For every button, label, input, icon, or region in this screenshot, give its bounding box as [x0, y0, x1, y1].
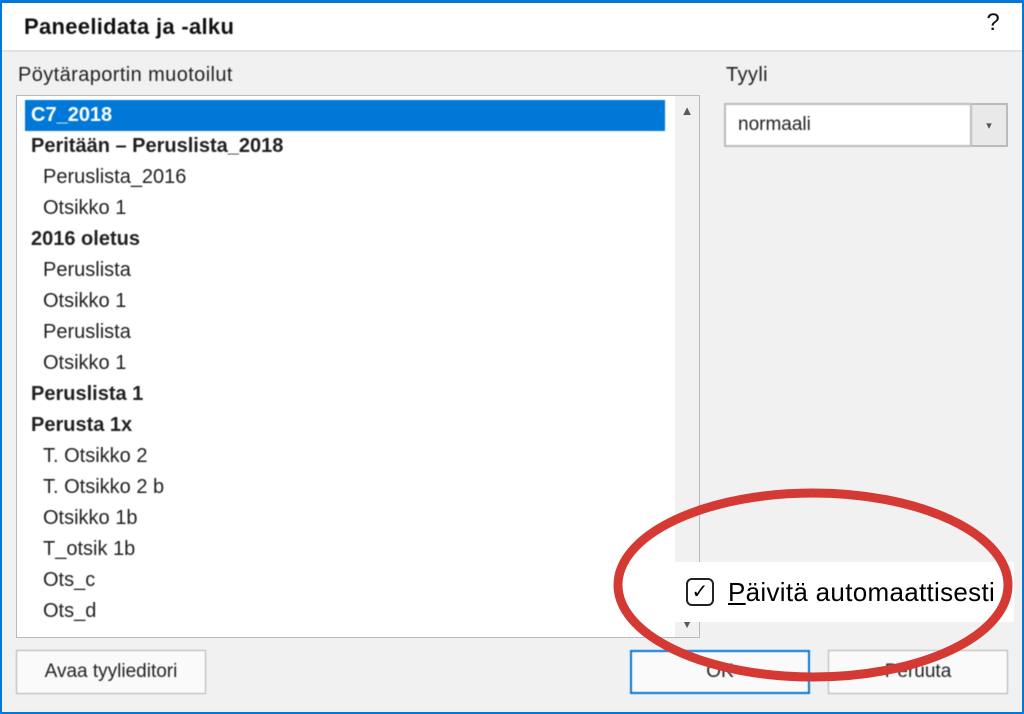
style-listbox[interactable]: C7_2018Peritään – Peruslista_2018Perusli… [16, 95, 700, 638]
list-item[interactable]: Perusta 1x [25, 410, 665, 441]
style-dropdown-value[interactable]: normaali [724, 103, 972, 147]
list-item[interactable]: Otsikko 1b [25, 503, 665, 534]
scroll-track[interactable] [675, 124, 699, 609]
checkmark-icon: ✓ [691, 582, 708, 602]
list-item[interactable]: T. Otsikko 2 b [25, 472, 665, 503]
open-style-editor-button[interactable]: Avaa tyylieditori [16, 650, 206, 694]
list-item[interactable]: 2016 oletus [25, 224, 665, 255]
list-item[interactable]: Otsikko 1 [25, 348, 665, 379]
list-item[interactable]: C7_2018 [25, 100, 665, 131]
list-item[interactable]: Otsikko 1 [25, 286, 665, 317]
list-item[interactable]: Ots_c [25, 565, 665, 596]
scrollbar[interactable]: ▲ ▼ [675, 96, 699, 637]
style-listbox-inner[interactable]: C7_2018Peritään – Peruslista_2018Perusli… [17, 96, 669, 637]
list-item[interactable]: Peruslista 1 [25, 379, 665, 410]
dialog-titlebar: Paneelidata ja -alku ? [2, 3, 1022, 52]
chevron-down-icon[interactable]: ▾ [972, 103, 1008, 147]
list-item[interactable]: Otsikko 1 [25, 193, 665, 224]
style-dropdown[interactable]: normaali ▾ [724, 103, 1008, 147]
list-item[interactable]: Peruslista_2016 [25, 162, 665, 193]
style-section-label: Tyyli [726, 64, 1006, 87]
list-item[interactable]: Ots_d [25, 596, 665, 627]
list-item[interactable]: Peruslista [25, 317, 665, 348]
ok-button[interactable]: OK [630, 650, 810, 694]
scroll-up-icon[interactable]: ▲ [675, 96, 699, 124]
auto-update-checkbox[interactable]: ✓ Päivitä automaattisesti [664, 562, 1014, 622]
list-item[interactable]: T_otsik 1b [25, 534, 665, 565]
help-icon[interactable]: ? [986, 9, 1000, 37]
dialog-title: Paneelidata ja -alku [24, 14, 234, 40]
cancel-button[interactable]: Peruuta [828, 650, 1008, 694]
list-section-label: Pöytäraportin muotoilut [18, 64, 698, 87]
checkbox-icon[interactable]: ✓ [686, 578, 714, 606]
list-item[interactable]: Peruslista [25, 255, 665, 286]
list-item[interactable]: Peritään – Peruslista_2018 [25, 131, 665, 162]
list-item[interactable]: T. Otsikko 2 [25, 441, 665, 472]
auto-update-label: Päivitä automaattisesti [728, 577, 995, 608]
